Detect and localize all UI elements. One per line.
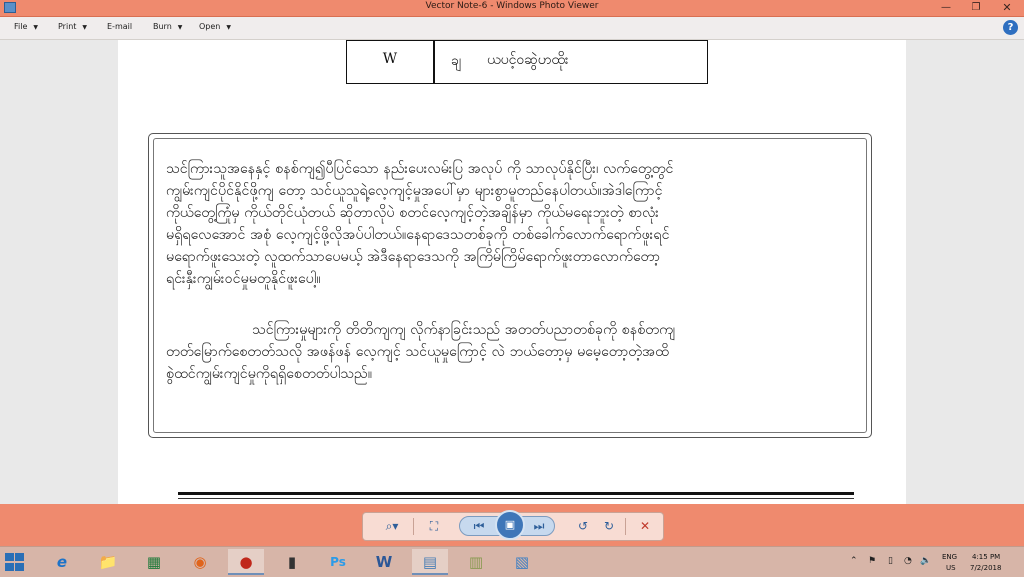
image-app-icon[interactable]: ▧ bbox=[504, 549, 540, 575]
table-cell-symbol: ချ bbox=[451, 53, 462, 69]
spreadsheet-app-icon[interactable]: ▦ bbox=[136, 549, 172, 575]
paragraph-1: သင်ကြားသူအနေနှင့် စနစ်ကျ၍ပီပြင်သော နည်းပ… bbox=[166, 158, 856, 290]
window-title: Vector Note-6 - Windows Photo Viewer bbox=[425, 1, 599, 11]
paragraph-line: မရောက်ဖူးသေးတဲ့ လူထက်သာပေမယ့် အဲဒီနေရာဒေ… bbox=[166, 249, 661, 265]
paragraph-line: မရှိရလေအောင် အစုံ လေ့ကျင့်ဖို့လိုအပ်ပါတယ… bbox=[166, 227, 670, 243]
app-tool-icon[interactable]: ▮ bbox=[274, 549, 310, 575]
paragraph-line: ရင်းနှီးကျွမ်းဝင်မှုမတူနိုင်ဖူးပေါ့။ bbox=[166, 271, 321, 287]
menu-open[interactable]: Open ▼ bbox=[199, 22, 231, 31]
menu-print-label: Print bbox=[58, 22, 77, 31]
recorder-app-icon[interactable]: ● bbox=[228, 549, 264, 575]
firefox-icon[interactable]: ◉ bbox=[182, 549, 218, 575]
menu-burn[interactable]: Burn ▼ bbox=[153, 22, 182, 31]
close-button[interactable]: ✕ bbox=[990, 0, 1024, 16]
restore-button[interactable]: ❐ bbox=[962, 0, 990, 16]
taskbar: e 📁 ▦ ◉ ● ▮ Ps W ▤ ▥ ▧ ⌃ ⚑ ▯ ◔ 🔈 ENG US … bbox=[0, 546, 1024, 577]
table-cell-value: ယပင့်ဝဆွဲဟထိုး bbox=[487, 52, 569, 68]
paragraph-line: ကိုယ်တွေ့ကြုံမှ ကိုယ်တိုင်ယုံတယ် ဆိုတာလိ… bbox=[166, 205, 660, 221]
volume-icon[interactable]: 🔈 bbox=[920, 556, 931, 566]
menu-burn-label: Burn bbox=[153, 22, 172, 31]
photoshop-icon[interactable]: Ps bbox=[320, 549, 356, 575]
horizontal-rule bbox=[178, 492, 854, 495]
control-bar: ⌕▾ ⛶ ⏮ ⏭ ▣ ↺ ↻ ✕ bbox=[0, 504, 1024, 546]
menu-email-label: E-mail bbox=[107, 22, 133, 31]
image-view-area[interactable]: W ချ ယပင့်ဝဆွဲဟထိုး သင်ကြားသူအနေနှင့် စန… bbox=[0, 40, 1024, 504]
language-bottom[interactable]: US bbox=[946, 564, 956, 572]
actual-size-icon[interactable]: ⛶ bbox=[423, 516, 445, 536]
paragraph-line: သင်ကြားမှုများကို တိတိကျကျ လိုက်နာခြင်းသ… bbox=[252, 322, 676, 338]
document-page: W ချ ယပင့်ဝဆွဲဟထိုး သင်ကြားသူအနေနှင့် စန… bbox=[118, 40, 906, 504]
menu-print[interactable]: Print ▼ bbox=[58, 22, 87, 31]
network-icon[interactable]: ◔ bbox=[904, 556, 912, 566]
file-explorer-icon[interactable]: 📁 bbox=[90, 549, 126, 575]
next-icon[interactable]: ⏭ bbox=[528, 516, 550, 536]
windows-logo-icon bbox=[5, 563, 14, 571]
help-icon[interactable]: ? bbox=[1003, 20, 1018, 35]
dropdown-arrow-icon: ▼ bbox=[33, 24, 39, 31]
menu-file-label: File bbox=[14, 22, 28, 31]
delete-icon[interactable]: ✕ bbox=[635, 516, 655, 536]
windows-logo-icon bbox=[15, 553, 24, 561]
menu-file[interactable]: File ▼ bbox=[14, 22, 38, 31]
zoom-icon[interactable]: ⌕▾ bbox=[377, 516, 407, 536]
viewer-controls: ⌕▾ ⛶ ⏮ ⏭ ▣ ↺ ↻ ✕ bbox=[362, 510, 664, 541]
clock-time[interactable]: 4:15 PM bbox=[972, 553, 1000, 561]
windows-logo-icon bbox=[5, 553, 14, 561]
title-bar: Vector Note-6 - Windows Photo Viewer — ❐… bbox=[0, 0, 1024, 17]
menu-email[interactable]: E-mail bbox=[107, 22, 132, 31]
language-top[interactable]: ENG bbox=[942, 553, 957, 561]
clock-date[interactable]: 7/2/2018 bbox=[970, 564, 1001, 572]
internet-explorer-icon[interactable]: e bbox=[44, 549, 80, 575]
rotate-counterclockwise-icon[interactable]: ↺ bbox=[573, 516, 593, 536]
menu-bar: File ▼ Print ▼ E-mail Burn ▼ Open ▼ ? bbox=[0, 17, 1024, 40]
start-button[interactable] bbox=[4, 552, 26, 572]
paragraph-line: သင်ကြားသူအနေနှင့် စနစ်ကျ၍ပီပြင်သော နည်းပ… bbox=[166, 161, 674, 177]
slideshow-icon[interactable]: ▣ bbox=[495, 510, 525, 540]
horizontal-rule bbox=[178, 498, 854, 499]
notes-app-icon[interactable]: ▥ bbox=[458, 549, 494, 575]
photo-viewer-taskbar-icon[interactable]: ▤ bbox=[412, 549, 448, 575]
dropdown-arrow-icon: ▼ bbox=[226, 24, 231, 31]
minimize-button[interactable]: — bbox=[932, 0, 960, 16]
paragraph-line: တတ်မြောက်စေတတ်သလို အဖန်ဖန် လေ့ကျင့် သင်ယ… bbox=[166, 344, 669, 360]
table-cell-key: W bbox=[382, 51, 398, 67]
tray-flag-icon[interactable]: ⚑ bbox=[868, 556, 876, 566]
battery-icon[interactable]: ▯ bbox=[888, 556, 893, 566]
previous-icon[interactable]: ⏮ bbox=[468, 516, 490, 536]
dropdown-arrow-icon: ▼ bbox=[82, 24, 88, 31]
separator bbox=[625, 518, 626, 535]
key-table: W ချ ယပင့်ဝဆွဲဟထိုး bbox=[346, 40, 708, 84]
separator bbox=[413, 518, 414, 535]
paragraph-2: သင်ကြားမှုများကို တိတိကျကျ လိုက်နာခြင်းသ… bbox=[166, 319, 856, 385]
table-row-divider bbox=[347, 40, 707, 41]
tray-expand-icon[interactable]: ⌃ bbox=[850, 556, 858, 566]
dropdown-arrow-icon: ▼ bbox=[177, 24, 183, 31]
windows-logo-icon bbox=[15, 563, 24, 571]
table-column-divider bbox=[433, 40, 435, 83]
word-icon[interactable]: W bbox=[366, 549, 402, 575]
paragraph-line: စွဲထင်ကျွမ်းကျင်မှုကိုရရှိစေတတ်ပါသည်။ bbox=[166, 366, 373, 382]
rotate-clockwise-icon[interactable]: ↻ bbox=[599, 516, 619, 536]
paragraph-line: ကျွမ်းကျင်ပိုင်နိုင်ဖို့ကျ တော့ သင်ယူသူရ… bbox=[166, 183, 663, 199]
menu-open-label: Open bbox=[199, 22, 221, 31]
